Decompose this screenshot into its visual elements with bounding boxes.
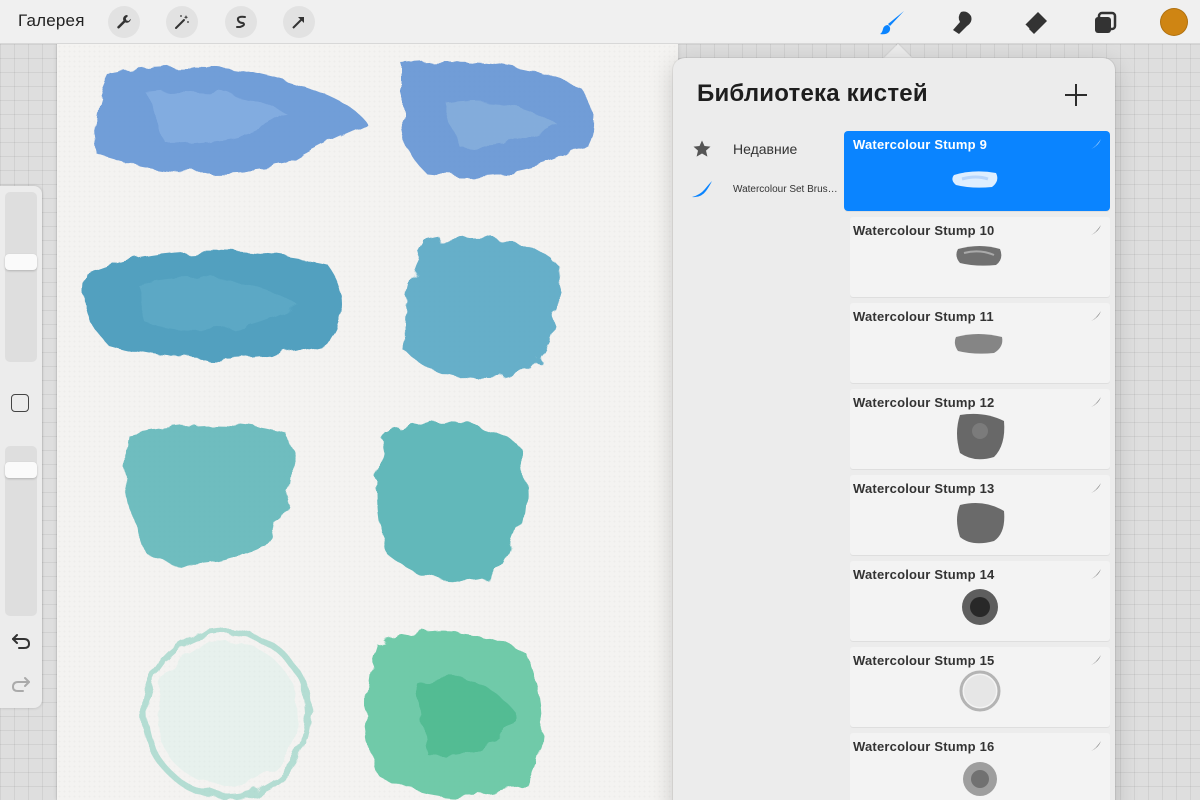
magic-wand-icon[interactable] <box>166 6 198 38</box>
top-toolbar: Галерея <box>0 0 1200 44</box>
brush-type-icon <box>1091 397 1101 407</box>
swatch-green <box>367 631 542 797</box>
panel-title: Библиотека кистей <box>697 80 928 107</box>
brush-type-icon <box>1091 741 1101 751</box>
brush-name: Watercolour Stump 16 <box>853 739 995 754</box>
swatch-blue-2 <box>401 61 593 176</box>
brush-type-icon <box>1091 569 1101 579</box>
wrench-icon[interactable] <box>108 6 140 38</box>
smudge-icon[interactable] <box>945 6 979 40</box>
canvas-paper[interactable] <box>57 44 678 800</box>
brush-library-panel: Библиотека кистей Недавние Watercolour S… <box>673 58 1115 800</box>
brush-item-watercolour-stump-15[interactable]: Watercolour Stump 15 <box>850 647 1110 727</box>
swatch-mint-ring <box>142 629 312 799</box>
brush-name: Watercolour Stump 15 <box>853 653 995 668</box>
swatch-teal-1 <box>84 251 342 359</box>
watercolour-swatches <box>84 61 593 799</box>
brush-preview <box>957 503 1005 544</box>
brush-type-icon <box>1091 483 1101 493</box>
brush-type-icon <box>1091 311 1101 321</box>
category-watercolour-set[interactable]: Watercolour Set Brus… <box>689 176 849 202</box>
brush-item-watercolour-stump-10[interactable]: Watercolour Stump 10 <box>850 217 1110 297</box>
brush-preview <box>957 413 1005 460</box>
brush-preview <box>963 762 997 796</box>
brush-item-watercolour-stump-11[interactable]: Watercolour Stump 11 <box>850 303 1110 383</box>
swatch-aqua-2 <box>377 421 524 581</box>
brush-type-icon <box>1091 655 1101 665</box>
brush-preview <box>956 246 1002 266</box>
layers-icon[interactable] <box>1088 6 1122 40</box>
brush-name: Watercolour Stump 12 <box>853 395 995 410</box>
brush-item-watercolour-stump-14[interactable]: Watercolour Stump 14 <box>850 561 1110 641</box>
brush-type-icon <box>1091 139 1101 149</box>
brush-stroke-icon <box>689 176 715 202</box>
category-label: Недавние <box>733 141 798 157</box>
brush-item-watercolour-stump-13[interactable]: Watercolour Stump 13 <box>850 475 1110 555</box>
star-icon <box>689 136 715 162</box>
brush-name: Watercolour Stump 11 <box>853 309 994 324</box>
undo-icon[interactable] <box>10 630 32 652</box>
category-recent[interactable]: Недавние <box>689 136 849 162</box>
swatch-teal-2 <box>404 237 559 379</box>
category-label: Watercolour Set Brus… <box>733 183 838 195</box>
swatch-blue-1 <box>93 66 367 172</box>
brush-preview <box>959 670 1001 712</box>
modify-square-icon[interactable] <box>11 394 29 412</box>
opacity-thumb[interactable] <box>5 462 37 478</box>
brush-item-watercolour-stump-12[interactable]: Watercolour Stump 12 <box>850 389 1110 469</box>
selection-icon[interactable] <box>225 6 257 38</box>
brush-preview <box>954 334 1003 354</box>
swatch-aqua-1 <box>124 424 294 565</box>
left-sidebar <box>0 186 42 708</box>
brush-preview <box>952 171 998 188</box>
brush-name: Watercolour Stump 13 <box>853 481 995 496</box>
brush-size-thumb[interactable] <box>5 254 37 270</box>
brush-name: Watercolour Stump 9 <box>853 137 988 152</box>
transform-arrow-icon[interactable] <box>283 6 315 38</box>
brush-name: Watercolour Stump 14 <box>853 567 995 582</box>
redo-icon[interactable] <box>10 673 32 695</box>
color-picker-button[interactable] <box>1160 8 1188 36</box>
brush-icon[interactable] <box>876 6 910 40</box>
brush-size-slider[interactable] <box>5 192 37 362</box>
brush-item-watercolour-stump-9[interactable]: Watercolour Stump 9 <box>844 131 1110 211</box>
plus-icon[interactable] <box>1063 82 1089 108</box>
brush-preview <box>962 589 998 625</box>
brush-item-watercolour-stump-16[interactable]: Watercolour Stump 16 <box>850 733 1110 800</box>
gallery-button[interactable]: Галерея <box>18 11 85 31</box>
eraser-icon[interactable] <box>1018 6 1052 40</box>
brush-name: Watercolour Stump 10 <box>853 223 995 238</box>
opacity-slider[interactable] <box>5 446 37 616</box>
brush-type-icon <box>1091 225 1101 235</box>
